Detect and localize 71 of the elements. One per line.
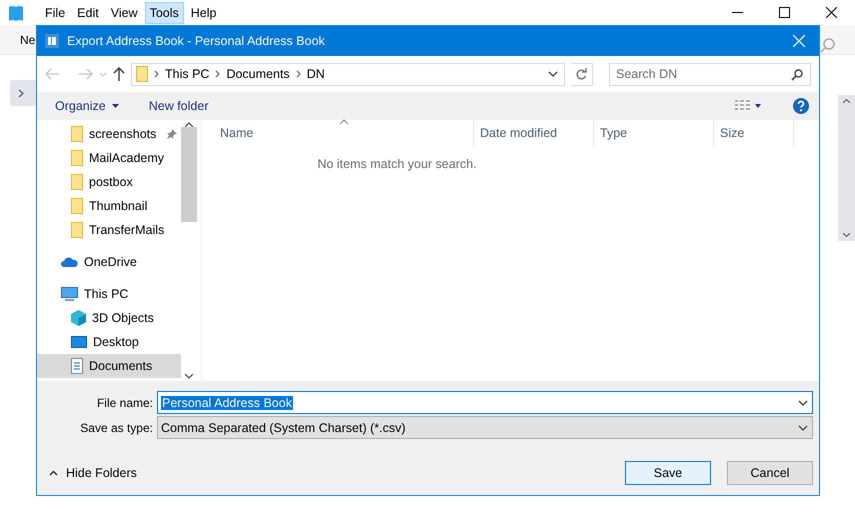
scroll-down-icon[interactable] (843, 233, 850, 237)
toolbar-label: Ne (20, 32, 36, 46)
cloud-icon (61, 257, 78, 267)
close-icon[interactable] (826, 7, 837, 18)
scroll-up-icon[interactable] (185, 122, 193, 127)
folder-icon (136, 66, 148, 82)
nav-item[interactable]: MailAcademy (37, 146, 181, 170)
menu-item[interactable]: File (40, 2, 70, 24)
column-header[interactable]: Size (714, 120, 794, 145)
field-label: File name: (96, 396, 154, 410)
field-label: Save as type: (79, 420, 154, 434)
nav-item[interactable]: Desktop (37, 330, 181, 354)
nav-item[interactable]: 3D Objects (37, 306, 181, 330)
menu-item[interactable]: View (106, 2, 143, 24)
scrollbar[interactable] (181, 120, 197, 381)
maximize-icon[interactable] (779, 7, 790, 18)
column-header[interactable]: Name (202, 120, 474, 145)
folder-icon (71, 150, 83, 166)
chevron-up-icon (49, 470, 58, 476)
chevron-right-icon[interactable] (18, 88, 24, 98)
column-header[interactable]: Type (594, 120, 714, 145)
folder-icon (71, 222, 83, 238)
dialog-button[interactable]: Save (625, 461, 711, 485)
empty-message: No items match your search. (316, 157, 478, 171)
desktop-icon (71, 336, 87, 348)
new-folder-button[interactable]: New folder (148, 97, 208, 115)
nav-item[interactable]: postbox (37, 170, 181, 194)
chevron-down-icon (798, 424, 808, 430)
search-icon (791, 68, 803, 80)
cube-icon (71, 310, 86, 326)
chevron-right-icon (154, 70, 159, 78)
chevron-down-icon (548, 71, 558, 77)
breadcrumb-item[interactable]: This PC (165, 67, 210, 81)
view-options-icon[interactable] (735, 100, 761, 112)
nav-item[interactable]: screenshots (37, 122, 181, 146)
menu-item[interactable]: Help (186, 2, 222, 24)
nav-item[interactable]: This PC (37, 282, 181, 306)
search-field[interactable]: Search DN (609, 62, 811, 86)
column-header[interactable]: Date modified (474, 120, 594, 145)
sort-caret-icon (340, 119, 348, 124)
chevron-right-icon (215, 70, 220, 78)
dialog-title: Export Address Book - Personal Address Book (67, 34, 325, 48)
document-icon (71, 358, 83, 374)
nav-item[interactable]: Documents (37, 354, 181, 378)
folder-icon (71, 198, 83, 214)
monitor-icon (61, 286, 78, 302)
up-arrow-icon[interactable] (113, 67, 125, 81)
file-name-field[interactable]: Personal Address Book (157, 391, 813, 414)
menu-item[interactable]: Tools (144, 2, 184, 24)
breadcrumb-item[interactable]: DN (306, 67, 325, 81)
organize-button[interactable]: Organize (55, 97, 119, 115)
hide-folders-button[interactable]: Hide Folders (49, 466, 137, 480)
menu-item[interactable]: Edit (72, 2, 104, 24)
nav-item[interactable]: Thumbnail (37, 194, 181, 218)
caret-down-icon (112, 104, 119, 108)
refresh-button[interactable] (571, 62, 593, 86)
folder-icon (71, 174, 83, 190)
nav-item[interactable]: TransferMails (37, 218, 181, 242)
address-bar[interactable]: This PC Documents DN (131, 62, 565, 86)
scroll-down-icon[interactable] (185, 374, 193, 379)
scroll-up-icon[interactable] (843, 99, 850, 103)
help-icon[interactable] (793, 98, 809, 114)
refresh-icon (576, 68, 587, 80)
breadcrumb-item[interactable]: Documents (226, 67, 290, 81)
save-type-dropdown[interactable]: Comma Separated (System Charset) (*.csv) (157, 416, 813, 439)
chevron-right-icon (296, 70, 301, 78)
chevron-down-icon (798, 400, 808, 406)
nav-item[interactable]: OneDrive (37, 250, 181, 274)
folder-icon (71, 126, 83, 142)
scrollbar[interactable] (838, 95, 855, 241)
dialog-button[interactable]: Cancel (727, 461, 813, 485)
